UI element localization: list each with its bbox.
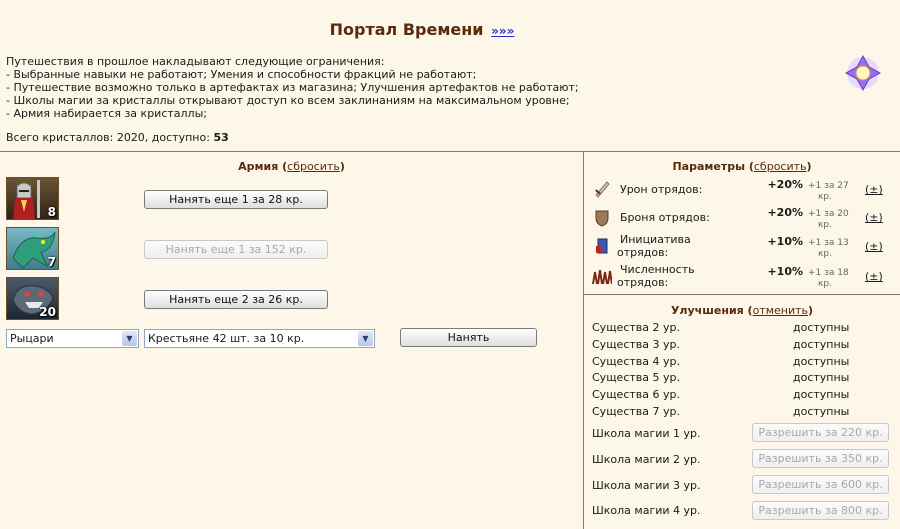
- portal-page: Портал Времени »»» Путешествия в прошлое…: [0, 0, 900, 529]
- creature-upgrade-name: Существа 4 ур.: [592, 355, 680, 368]
- unit-slot-3: 20: [6, 277, 59, 320]
- divider-right: [583, 294, 900, 295]
- crystals-summary: Всего кристаллов: 2020, доступно: 53: [6, 131, 229, 144]
- param-value: +10%: [767, 235, 803, 248]
- unit-slot-1: 8: [6, 177, 59, 220]
- crystals-label: Всего кристаллов: 2020, доступно:: [6, 131, 210, 144]
- hire-unit-1-button[interactable]: Нанять еще 1 за 28 кр.: [144, 190, 328, 209]
- restriction-line: - Армия набирается за кристаллы;: [6, 107, 207, 120]
- chevron-down-icon: ▼: [122, 331, 137, 346]
- param-value: +20%: [767, 206, 803, 219]
- hire-button[interactable]: Нанять: [400, 328, 537, 347]
- param-label: отрядов:: [617, 246, 669, 259]
- param-cost-unit: кр.: [818, 279, 833, 289]
- creature-upgrade-status: доступны: [793, 321, 850, 334]
- param-label: отрядов:: [617, 276, 669, 289]
- portal-icon: [844, 54, 882, 92]
- param-value: +10%: [767, 265, 803, 278]
- magic-school-3-button[interactable]: Разрешить за 600 кр.: [752, 475, 889, 494]
- magic-school-4-button[interactable]: Разрешить за 800 кр.: [752, 501, 889, 520]
- restriction-line: - Путешествие возможно только в артефакт…: [6, 81, 579, 94]
- unit-count: 20: [39, 305, 56, 319]
- creature-select[interactable]: Крестьяне 42 шт. за 10 кр. ▼: [144, 329, 375, 348]
- creature-upgrade-name: Существа 7 ур.: [592, 405, 680, 418]
- upgrades-cancel-link[interactable]: отменить: [753, 304, 808, 317]
- hire-unit-2-button[interactable]: Нанять еще 1 за 152 кр.: [144, 240, 328, 259]
- magic-school-name: Школа магии 4 ур.: [592, 504, 701, 517]
- restriction-line: - Выбранные навыки не работают; Умения и…: [6, 68, 477, 81]
- param-label: Инициатива: [620, 233, 691, 246]
- upgrades-title: Улучшения (отменить): [670, 304, 814, 317]
- creature-upgrade-status: доступны: [793, 338, 850, 351]
- param-cost: +1 за 18: [808, 268, 849, 278]
- param-cost: +1 за 27: [808, 181, 849, 191]
- magic-school-1-button[interactable]: Разрешить за 220 кр.: [752, 423, 889, 442]
- param-value: +20%: [767, 178, 803, 191]
- magic-school-name: Школа магии 2 ур.: [592, 453, 701, 466]
- page-title-text: Портал Времени: [329, 20, 484, 39]
- hire-unit-3-button[interactable]: Нанять еще 2 за 26 кр.: [144, 290, 328, 309]
- troops-icon: [592, 269, 612, 285]
- param-label: Урон отрядов:: [620, 183, 703, 196]
- upgrades-title-text: Улучшения: [670, 304, 744, 317]
- param-label: Броня отрядов:: [620, 211, 710, 224]
- army-reset-link[interactable]: сбросить: [287, 160, 340, 173]
- param-cost-unit: кр.: [818, 220, 833, 230]
- page-title: Портал Времени »»»: [0, 20, 844, 39]
- param-cost: +1 за 13: [808, 238, 849, 248]
- unit-count: 8: [47, 205, 56, 219]
- sword-icon: [595, 181, 610, 198]
- faction-select[interactable]: Рыцари ▼: [6, 329, 139, 348]
- title-more-link[interactable]: »»»: [491, 24, 514, 38]
- magic-school-name: Школа магии 1 ур.: [592, 427, 701, 440]
- param-adjust-link[interactable]: (±): [865, 211, 883, 224]
- unit-count: 7: [47, 255, 56, 269]
- restrictions-text: Путешествия в прошлое накладывают следую…: [6, 55, 826, 120]
- creature-upgrade-name: Существа 5 ур.: [592, 371, 680, 384]
- creature-select-value: Крестьяне 42 шт. за 10 кр.: [148, 332, 305, 345]
- creature-upgrade-status: доступны: [793, 405, 850, 418]
- army-reset-close: ): [339, 160, 345, 173]
- unit-slot-2: 7: [6, 227, 59, 270]
- param-cost: +1 за 20: [808, 209, 849, 219]
- chevron-down-icon: ▼: [358, 331, 373, 346]
- param-adjust-link[interactable]: (±): [865, 240, 883, 253]
- params-title-text: Параметры: [672, 160, 746, 173]
- creature-upgrade-name: Существа 6 ур.: [592, 388, 680, 401]
- creature-upgrade-status: доступны: [793, 371, 850, 384]
- param-label: Численность: [620, 263, 695, 276]
- divider-top: [0, 151, 900, 152]
- param-cost-unit: кр.: [818, 249, 833, 259]
- param-cost-unit: кр.: [818, 192, 833, 202]
- param-adjust-link[interactable]: (±): [865, 183, 883, 196]
- params-reset-link[interactable]: сбросить: [754, 160, 807, 173]
- crystals-available: 53: [213, 131, 229, 144]
- armor-icon: [595, 210, 609, 227]
- army-title: Армия (сбросить): [0, 160, 583, 173]
- divider-vertical: [583, 151, 584, 529]
- magic-school-name: Школа магии 3 ур.: [592, 479, 701, 492]
- param-adjust-link[interactable]: (±): [865, 270, 883, 283]
- params-title: Параметры (сбросить): [672, 160, 812, 173]
- initiative-icon: [596, 238, 608, 254]
- magic-school-2-button[interactable]: Разрешить за 350 кр.: [752, 449, 889, 468]
- creature-upgrade-status: доступны: [793, 355, 850, 368]
- restriction-line: - Школы магии за кристаллы открывают дос…: [6, 94, 570, 107]
- restriction-line: Путешествия в прошлое накладывают следую…: [6, 55, 385, 68]
- faction-select-value: Рыцари: [10, 332, 54, 345]
- creature-upgrade-name: Существа 2 ур.: [592, 321, 680, 334]
- creature-upgrade-status: доступны: [793, 388, 850, 401]
- army-title-text: Армия: [238, 160, 279, 173]
- creature-upgrade-name: Существа 3 ур.: [592, 338, 680, 351]
